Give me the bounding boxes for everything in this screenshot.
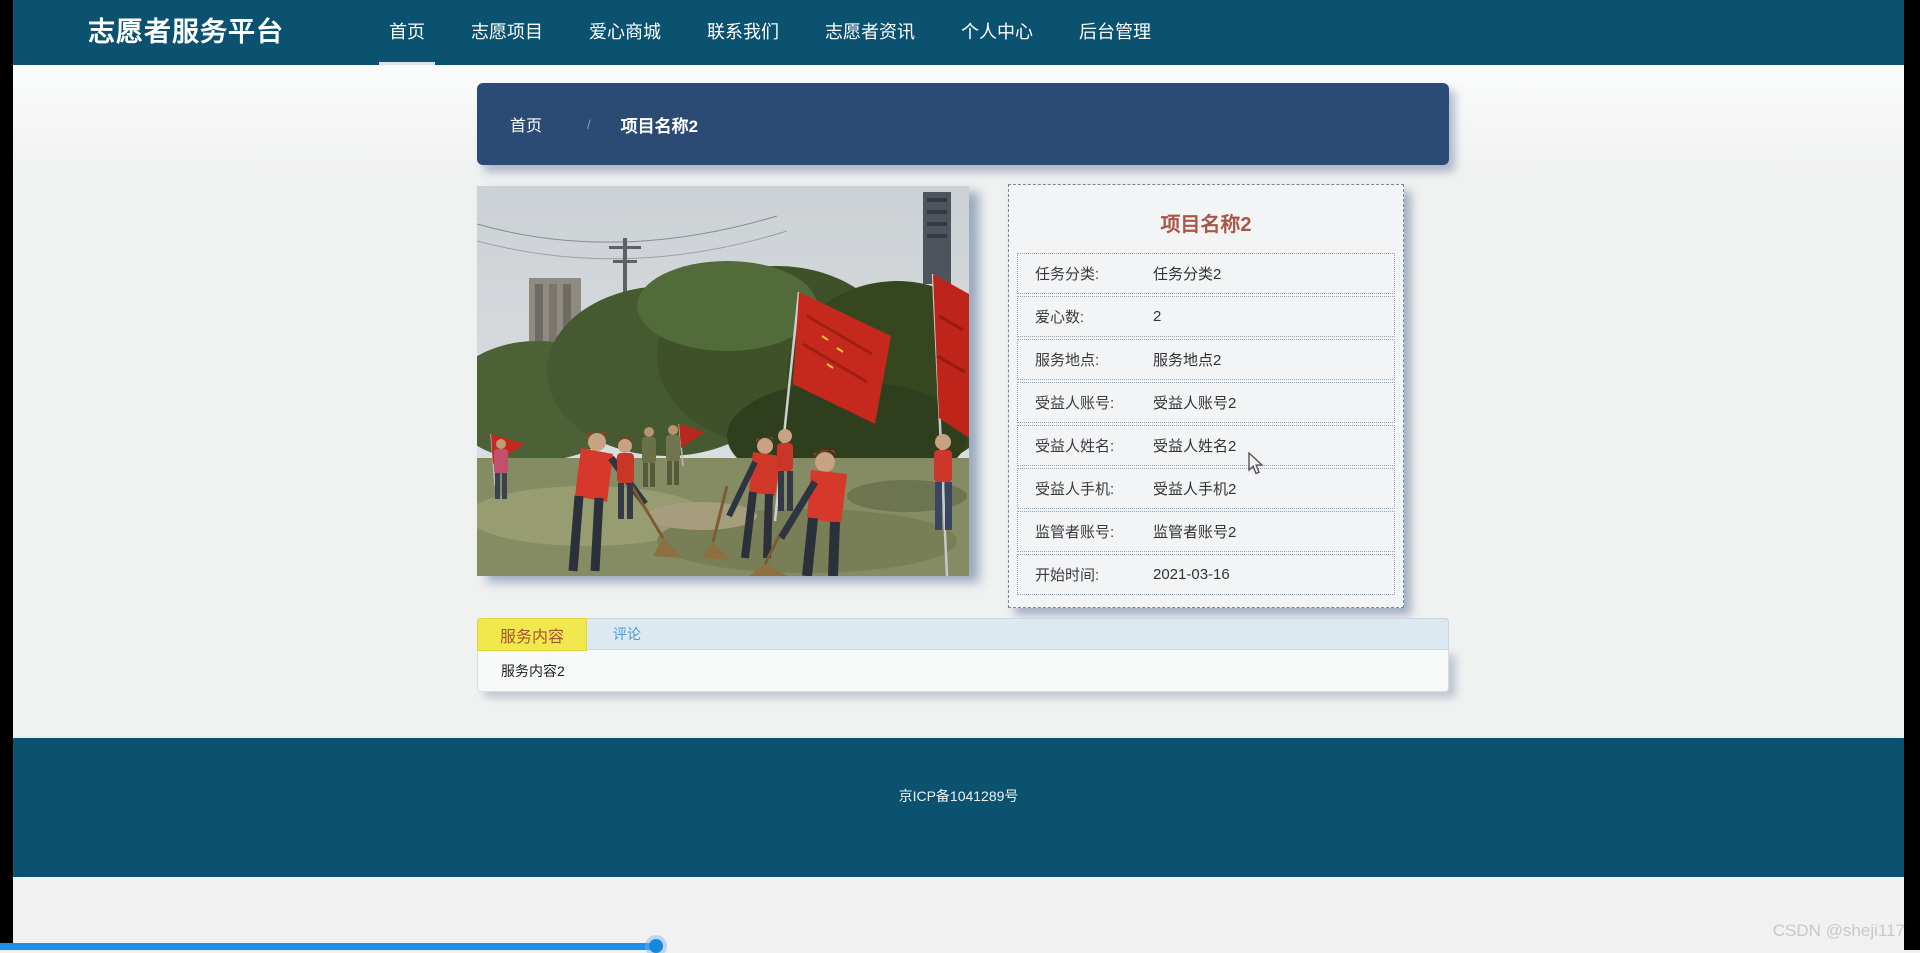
detail-row-value: 监管者账号2 [1153, 524, 1237, 541]
letterbox-left [0, 0, 13, 950]
nav-item-personal-center[interactable]: 个人中心 [951, 0, 1043, 65]
detail-row-value: 受益人姓名2 [1153, 438, 1237, 455]
mouse-cursor-icon [1248, 451, 1265, 481]
detail-row-label: 开始时间: [1035, 567, 1100, 584]
csdn-watermark: CSDN @sheji117 [1772, 921, 1905, 940]
tab-comments[interactable]: 评论 [587, 619, 667, 649]
page-footer: 京ICP备1041289号 [13, 738, 1904, 877]
nav-item-home[interactable]: 首页 [379, 0, 435, 65]
detail-row-label: 服务地点: [1035, 352, 1100, 369]
detail-row: 受益人姓名: 受益人姓名2 [1017, 425, 1395, 466]
detail-row: 开始时间: 2021-03-16 [1017, 554, 1395, 595]
detail-row-label: 受益人手机: [1035, 481, 1115, 498]
detail-row-label: 爱心数: [1035, 309, 1085, 326]
tab-content-panel: 服务内容2 [477, 649, 1449, 692]
content-tabs: 服务内容 评论 服务内容2 [477, 618, 1449, 692]
breadcrumb-current: 项目名称2 [620, 116, 699, 136]
breadcrumb-separator: / [587, 116, 591, 132]
nav-item-shop[interactable]: 爱心商城 [579, 0, 671, 65]
detail-row-value: 受益人手机2 [1153, 481, 1237, 498]
tab-service-content[interactable]: 服务内容 [477, 618, 588, 651]
project-title: 项目名称2 [1160, 213, 1252, 236]
detail-row: 任务分类: 任务分类2 [1017, 253, 1395, 294]
letterbox-right [1904, 0, 1920, 950]
detail-row-label: 受益人姓名: [1035, 438, 1115, 455]
site-brand: 志愿者服务平台 [88, 17, 284, 47]
video-progress-handle[interactable] [649, 939, 663, 953]
detail-row-value: 2 [1153, 308, 1162, 325]
nav-item-contact[interactable]: 联系我们 [697, 0, 789, 65]
nav-item-news[interactable]: 志愿者资讯 [815, 0, 925, 65]
detail-row-value: 受益人账号2 [1153, 395, 1237, 412]
icp-record-text: 京ICP备1041289号 [898, 788, 1019, 804]
video-progress-fill [0, 943, 655, 950]
detail-row: 爱心数: 2 [1017, 296, 1395, 337]
detail-row-value: 服务地点2 [1153, 352, 1222, 369]
detail-row-label: 任务分类: [1035, 266, 1100, 283]
detail-row-value: 任务分类2 [1153, 266, 1222, 283]
detail-row-label: 监管者账号: [1035, 524, 1115, 541]
project-photo [477, 186, 969, 576]
nav-item-admin[interactable]: 后台管理 [1069, 0, 1161, 65]
detail-row-label: 受益人账号: [1035, 395, 1115, 412]
detail-row: 受益人手机: 受益人手机2 [1017, 468, 1395, 509]
breadcrumb: 首页 / 项目名称2 [477, 83, 1449, 165]
main-nav: 首页 志愿项目 爱心商城 联系我们 志愿者资讯 个人中心 后台管理 [366, 0, 1174, 65]
detail-row: 服务地点: 服务地点2 [1017, 339, 1395, 380]
top-navbar: 志愿者服务平台 首页 志愿项目 爱心商城 联系我们 志愿者资讯 个人中心 后台管… [13, 0, 1904, 65]
project-detail-panel: 项目名称2 任务分类: 任务分类2 爱心数: 2 服务地点: 服务地点2 受益人… [1008, 184, 1404, 608]
detail-row: 受益人账号: 受益人账号2 [1017, 382, 1395, 423]
detail-row-value: 2021-03-16 [1153, 566, 1230, 583]
nav-item-projects[interactable]: 志愿项目 [461, 0, 553, 65]
below-footer-area [13, 877, 1904, 950]
detail-row: 监管者账号: 监管者账号2 [1017, 511, 1395, 552]
tab-bar: 服务内容 评论 [477, 618, 1449, 651]
volunteer-photo-illustration [477, 186, 969, 576]
breadcrumb-home-link[interactable]: 首页 [510, 112, 542, 136]
video-progress-bar[interactable] [0, 939, 1920, 953]
